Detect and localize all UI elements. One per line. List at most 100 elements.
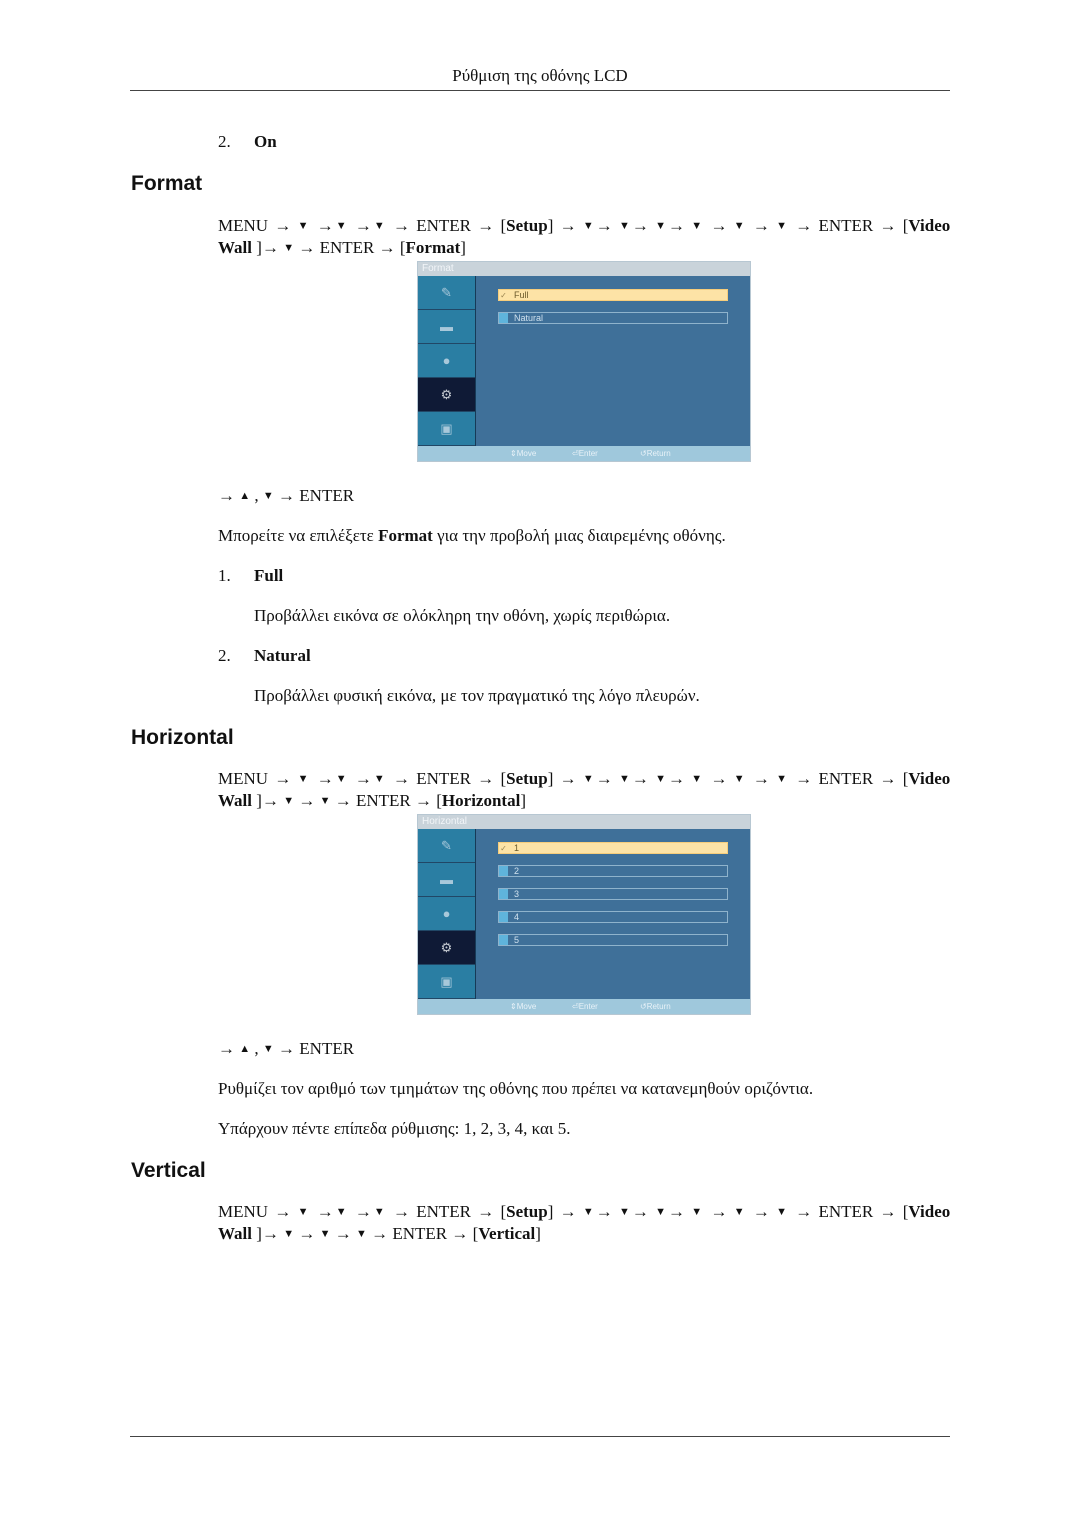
nav-token: ENTER [416,769,471,788]
osd-footer-enter: ⏎ Enter [572,449,598,458]
nav-token: → [274,1202,292,1221]
osd-option-4[interactable]: 4 [498,911,728,923]
osd-tab-multi[interactable]: ▣ [418,412,475,446]
nav-token: ▼ [333,773,349,785]
gear-icon: ⚙ [440,386,453,402]
nav-token: → [274,769,292,788]
osd-footer: ⇕ Move ⏎ Enter ↺ Return [418,999,750,1014]
nav-token: ▼ [619,773,632,785]
monitor-icon: ▣ [440,973,453,989]
header-divider [130,90,950,91]
check-icon: ✓ [500,291,507,300]
nav-token: → [278,486,296,505]
osd-option-1[interactable]: ✓ 1 [498,842,728,854]
nav-token: → [354,216,372,235]
osd-footer-enter: ⏎ Enter [572,1002,598,1011]
nav-target-format: Format [405,238,461,257]
osd-tab-sound[interactable]: ▬ [418,310,475,344]
nav-token: ENTER [818,769,874,788]
nav-token: ▼ [691,220,705,232]
monitor-icon: ▣ [440,420,453,436]
osd-footer: ⇕ Move ⏎ Enter ↺ Return [418,446,750,461]
nav-token: ▼ [283,242,295,254]
nav-token: Setup [506,1202,548,1221]
nav-token: → [595,216,613,235]
nav-token: → [316,216,334,235]
nav-path-line-2: Wall ]→ ▼ → ENTER → [Format] [218,238,466,257]
nav-token: ▼ [297,773,311,785]
nav-path-horizontal: MENU → ▼ →▼ →▼ → ENTER → [Setup] → ▼→ ▼→… [218,769,951,810]
osd-option-5[interactable]: 5 [498,934,728,946]
nav-token: MENU [218,769,269,788]
nav-token: ▼ [582,773,596,785]
nav-token: ▼ [655,773,669,785]
nav-token: ▼ [297,220,311,232]
nav-token: → [668,769,686,788]
osd-tab-sound[interactable]: ▬ [418,863,475,897]
nav-token: ▲ [239,490,251,502]
nav-token: → [218,1039,235,1058]
osd-tab-multi[interactable]: ▣ [418,965,475,999]
osd-option-2[interactable]: 2 [498,865,728,877]
nav-token: ENTER [416,1202,471,1221]
osd-footer-return: ↺ Return [640,449,671,458]
footer-divider [130,1436,950,1437]
nav-token: MENU [218,1202,269,1221]
nav-token: → [752,216,770,235]
nav-token: → [559,1202,577,1221]
osd-tab-input[interactable]: ● [418,344,475,378]
list-item-full: 1. Full [218,566,284,585]
horizontal-levels: Υπάρχουν πέντε επίπεδα ρύθμισης: 1, 2, 3… [218,1119,571,1138]
gear-icon: ⚙ [440,939,453,955]
nav-token: → [316,1202,334,1221]
osd-tab-setup[interactable]: ⚙ [418,931,475,965]
list-item-natural: 2. Natural [218,646,311,665]
osd-menu-format: Format ✎ ▬ ● ⚙ ▣ ✓ Full Natural ⇕ Move ⏎ … [417,261,751,462]
nav-token: Video [908,1202,951,1221]
page-header-title: Ρύθμιση της οθόνης LCD [452,66,628,85]
nav-token: ▼ [691,1206,705,1218]
nav-token: ▼ [297,1206,311,1218]
nav-token: ▼ [582,220,596,232]
osd-option-natural[interactable]: Natural [498,312,728,324]
osd-option-full[interactable]: ✓ Full [498,289,728,301]
osd-tab-picture[interactable]: ✎ [418,829,475,863]
nav-token: → [710,769,728,788]
nav-token: → [274,216,292,235]
nav-token: ENTER [355,791,411,810]
osd-title: Horizontal [418,815,750,829]
nav-token: ▼ [283,1228,295,1240]
nav-token: ▼ [619,1206,632,1218]
nav-token: → [218,486,235,505]
nav-token: → [795,216,813,235]
nav-token: → [795,769,813,788]
horizontal-description: Ρυθμίζει τον αριθμό των τμημάτων της οθό… [218,1079,814,1098]
osd-sidebar: ✎ ▬ ● ⚙ ▣ [418,276,475,447]
nav-token: ▼ [582,1206,596,1218]
nav-token: → [879,1202,897,1221]
nav-token: → [752,1202,770,1221]
nav-token: ▼ [655,220,669,232]
osd-footer-move: ⇕ Move [510,1002,537,1011]
nav-token: → [477,1202,495,1221]
nav-token: → [334,1224,352,1243]
nav-token: → [795,1202,813,1221]
nav-path-vertical: MENU → ▼ →▼ →▼ → ENTER → [Setup] → ▼→ ▼→… [218,1202,951,1243]
osd-tab-picture[interactable]: ✎ [418,276,475,310]
osd-tab-input[interactable]: ● [418,897,475,931]
nav-token: → [378,238,396,257]
osd-option-3[interactable]: 3 [498,888,728,900]
section-heading-format: Format [131,172,203,195]
nav-token: → [354,769,372,788]
input-icon: ● [442,352,451,368]
nav-token: ▼ [371,1206,387,1218]
list-number: 2. [218,132,231,151]
osd-sidebar: ✎ ▬ ● ⚙ ▣ [418,829,475,1000]
nav-token: Setup [506,769,548,788]
select-hint-format: → ▲ , ▼ → ENTER [218,486,355,505]
nav-token: → [334,791,352,810]
nav-token: → [261,1224,279,1243]
nav-token: → [879,216,897,235]
osd-tab-setup[interactable]: ⚙ [418,378,475,412]
nav-token: → [415,791,432,810]
